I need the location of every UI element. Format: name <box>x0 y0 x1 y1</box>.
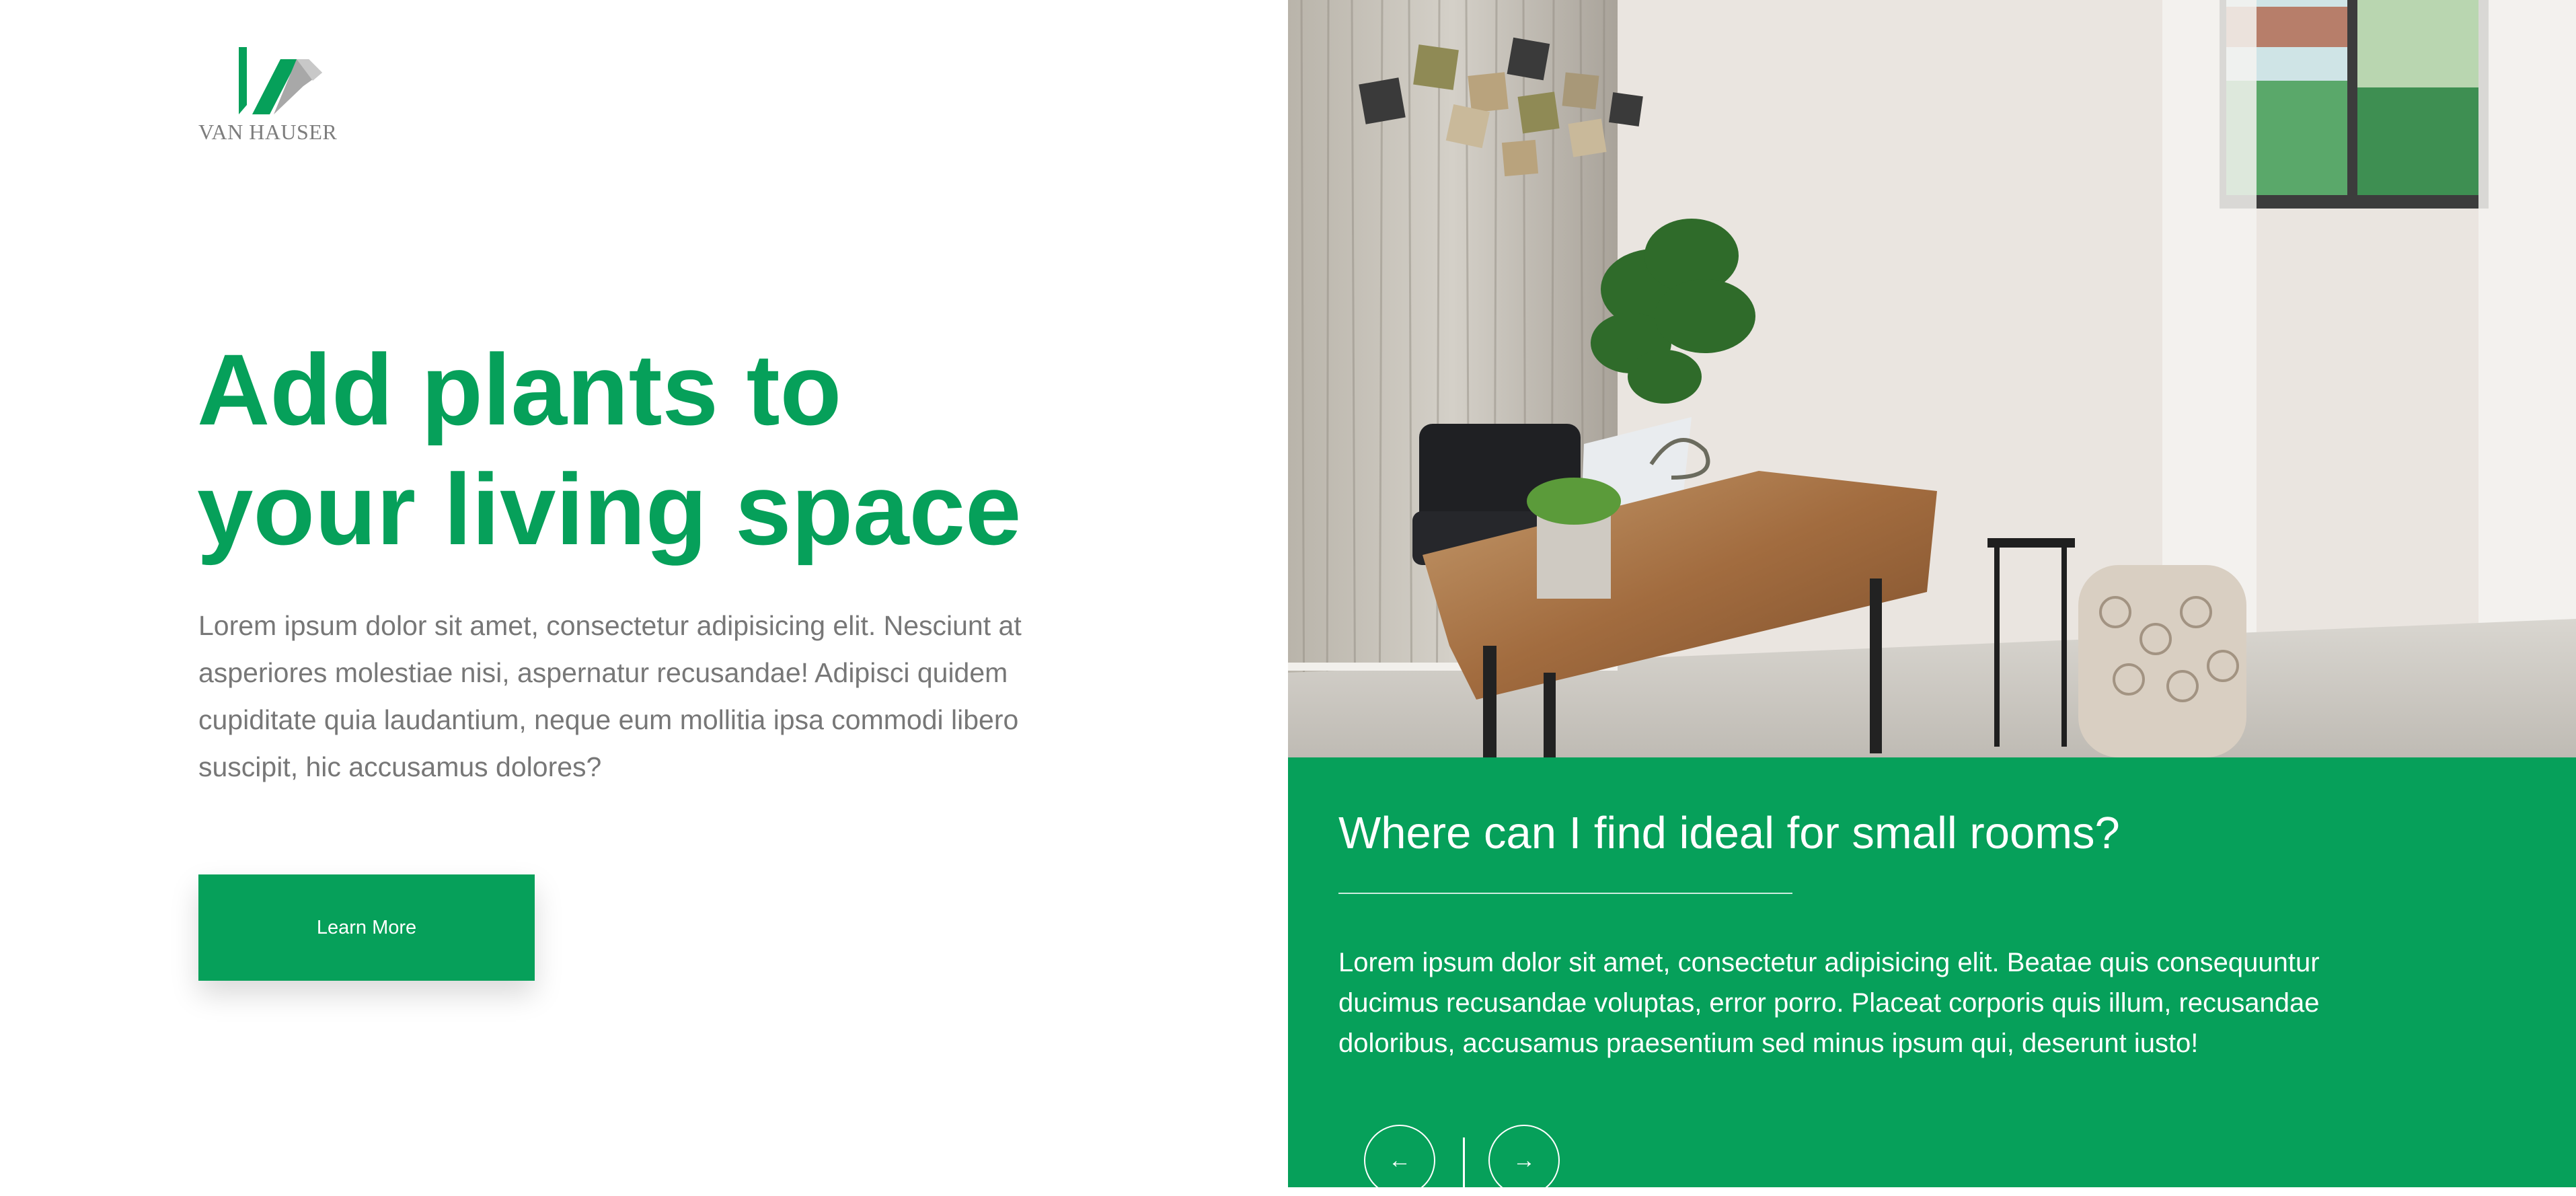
brand-logo[interactable]: VAN HAUSER <box>198 47 340 148</box>
prev-button[interactable]: ← <box>1364 1125 1435 1196</box>
panel-title: Where can I find ideal for small rooms? <box>1338 808 2120 858</box>
brand-name: VAN HAUSER <box>198 120 338 144</box>
room-photo <box>1288 0 2576 757</box>
vh-logo-icon <box>239 47 322 114</box>
hero-description: Lorem ipsum dolor sit amet, consectetur … <box>198 610 1022 782</box>
nav-separator <box>1463 1137 1465 1187</box>
hero-title-line: Add plants to <box>197 333 842 446</box>
room-illustration <box>1288 0 2576 757</box>
left-column: VAN HAUSER Add plants to your living spa… <box>0 0 1288 1187</box>
panel-divider <box>1338 893 1792 894</box>
hero-title: Add plants to your living space <box>197 330 1139 569</box>
hero-title-line: your living space <box>197 453 1022 566</box>
learn-more-button[interactable]: Learn More <box>198 874 535 981</box>
next-button[interactable]: → <box>1488 1125 1560 1196</box>
arrow-left-icon: ← <box>1388 1147 1411 1173</box>
arrow-right-icon: → <box>1513 1147 1536 1173</box>
panel-text: Lorem ipsum dolor sit amet, consectetur … <box>1338 948 2320 1058</box>
info-panel: Where can I find ideal for small rooms? … <box>1288 757 2576 1196</box>
